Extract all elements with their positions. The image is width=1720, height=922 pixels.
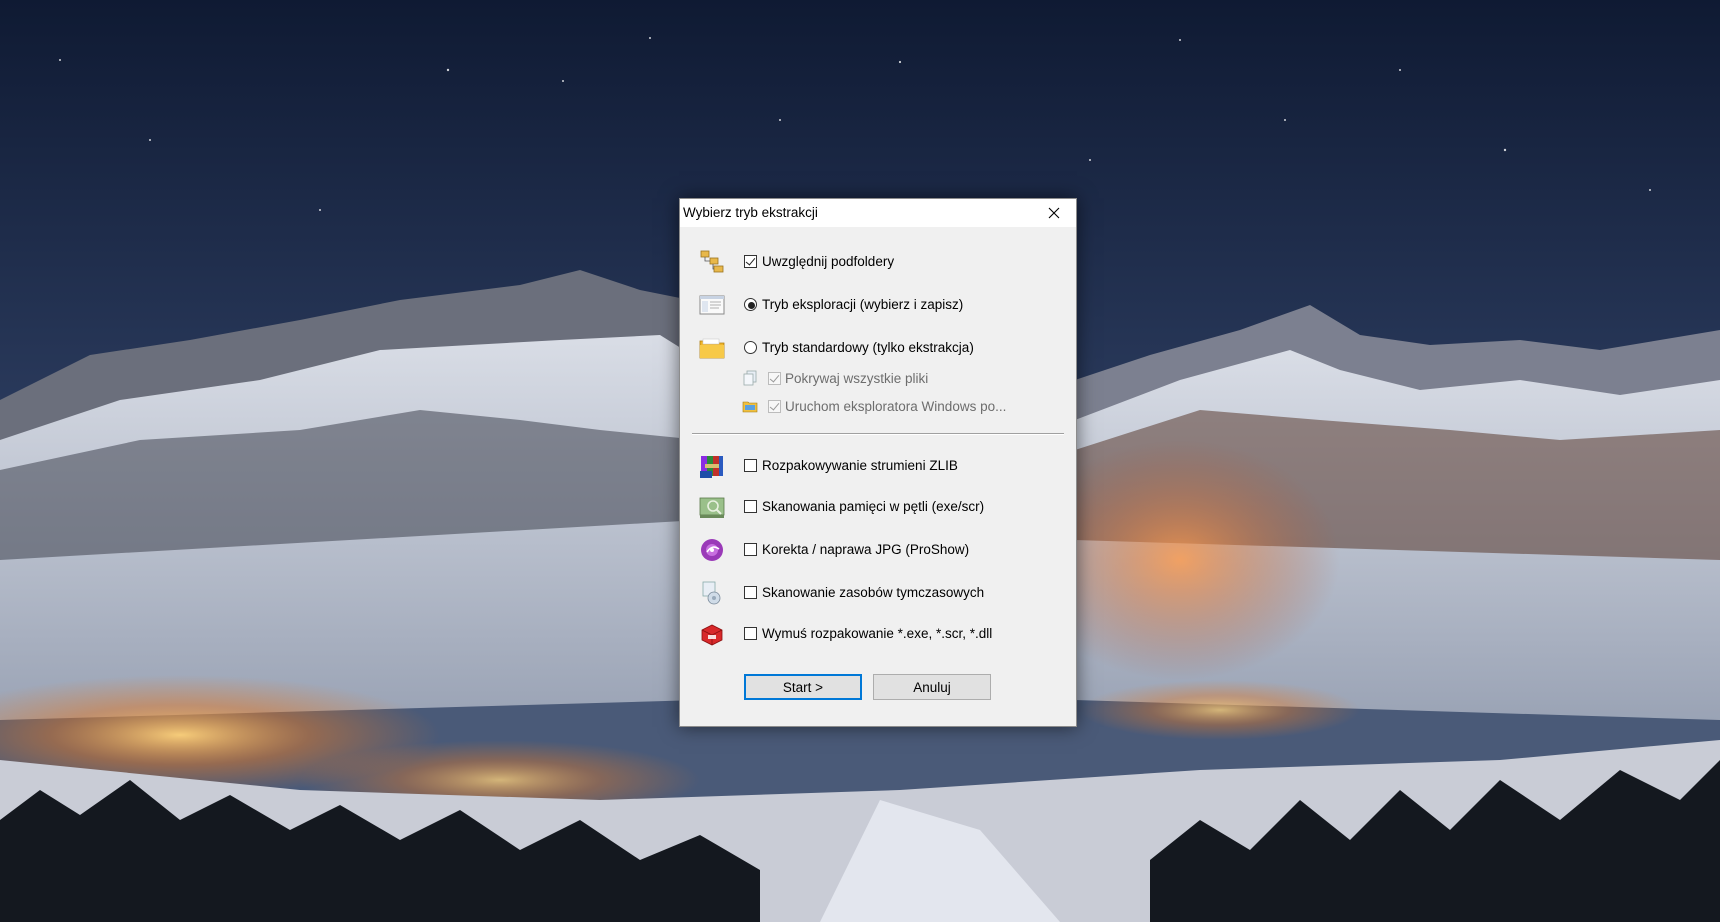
- temp-resources-scan-checkbox[interactable]: [744, 586, 757, 599]
- include-subfolders-label: Uwzględnij podfoldery: [762, 254, 895, 269]
- option-run-windows-explorer[interactable]: Uruchom eksploratora Windows po...: [680, 392, 1076, 422]
- start-button[interactable]: Start >: [744, 674, 862, 700]
- exploration-mode-label: Tryb eksploracji (wybierz i zapisz): [762, 297, 964, 312]
- zlib-archive-icon: [699, 453, 725, 479]
- overwrite-all-files-label: Pokrywaj wszystkie pliki: [785, 371, 929, 386]
- memory-scan-icon: [699, 494, 725, 520]
- dialog-titlebar[interactable]: Wybierz tryb ekstrakcji: [680, 199, 1076, 227]
- dialog-title: Wybierz tryb ekstrakcji: [683, 205, 818, 220]
- extraction-mode-dialog: Wybierz tryb ekstrakcji Uwzględnij podfo…: [679, 198, 1077, 727]
- standard-mode-radio[interactable]: [744, 341, 757, 354]
- zlib-streams-checkbox[interactable]: [744, 459, 757, 472]
- copy-files-icon: [742, 370, 758, 386]
- close-icon: [1048, 207, 1060, 219]
- option-force-unpack[interactable]: Wymuś rozpakowanie *.exe, *.scr, *.dll: [680, 619, 1076, 649]
- zlib-streams-label: Rozpakowywanie strumieni ZLIB: [762, 458, 958, 473]
- force-unpack-label: Wymuś rozpakowanie *.exe, *.scr, *.dll: [762, 626, 993, 641]
- include-subfolders-checkbox[interactable]: [744, 255, 757, 268]
- run-windows-explorer-label: Uruchom eksploratora Windows po...: [785, 399, 1007, 414]
- temp-resources-scan-label: Skanowanie zasobów tymczasowych: [762, 585, 985, 600]
- option-zlib-streams[interactable]: Rozpakowywanie strumieni ZLIB: [680, 451, 1076, 481]
- yellow-folder-icon: [699, 335, 725, 361]
- option-exploration-mode[interactable]: Tryb eksploracji (wybierz i zapisz): [680, 290, 1076, 320]
- standard-mode-label: Tryb standardowy (tylko ekstrakcja): [762, 340, 974, 355]
- options-separator: [692, 433, 1064, 435]
- overwrite-all-files-checkbox[interactable]: [768, 372, 781, 385]
- explorer-window-icon: [699, 292, 725, 318]
- red-box-icon: [699, 621, 725, 647]
- close-button[interactable]: [1032, 199, 1076, 227]
- force-unpack-checkbox[interactable]: [744, 627, 757, 640]
- windows-explorer-icon: [742, 398, 758, 414]
- option-temp-resources-scan[interactable]: Skanowanie zasobów tymczasowych: [680, 578, 1076, 608]
- jpg-proshow-repair-label: Korekta / naprawa JPG (ProShow): [762, 542, 970, 557]
- run-windows-explorer-checkbox[interactable]: [768, 400, 781, 413]
- option-standard-mode[interactable]: Tryb standardowy (tylko ekstrakcja): [680, 333, 1076, 363]
- jpg-proshow-repair-checkbox[interactable]: [744, 543, 757, 556]
- cancel-button[interactable]: Anuluj: [873, 674, 991, 700]
- option-include-subfolders[interactable]: Uwzględnij podfoldery: [680, 247, 1076, 277]
- folder-tree-icon: [699, 249, 725, 275]
- proshow-disc-icon: [699, 537, 725, 563]
- temp-resources-icon: [699, 580, 725, 606]
- option-memory-scan[interactable]: Skanowania pamięci w pętli (exe/scr): [680, 492, 1076, 522]
- option-jpg-proshow-repair[interactable]: Korekta / naprawa JPG (ProShow): [680, 535, 1076, 565]
- option-overwrite-all-files[interactable]: Pokrywaj wszystkie pliki: [680, 364, 1076, 394]
- memory-scan-checkbox[interactable]: [744, 500, 757, 513]
- exploration-mode-radio[interactable]: [744, 298, 757, 311]
- memory-scan-label: Skanowania pamięci w pętli (exe/scr): [762, 499, 985, 514]
